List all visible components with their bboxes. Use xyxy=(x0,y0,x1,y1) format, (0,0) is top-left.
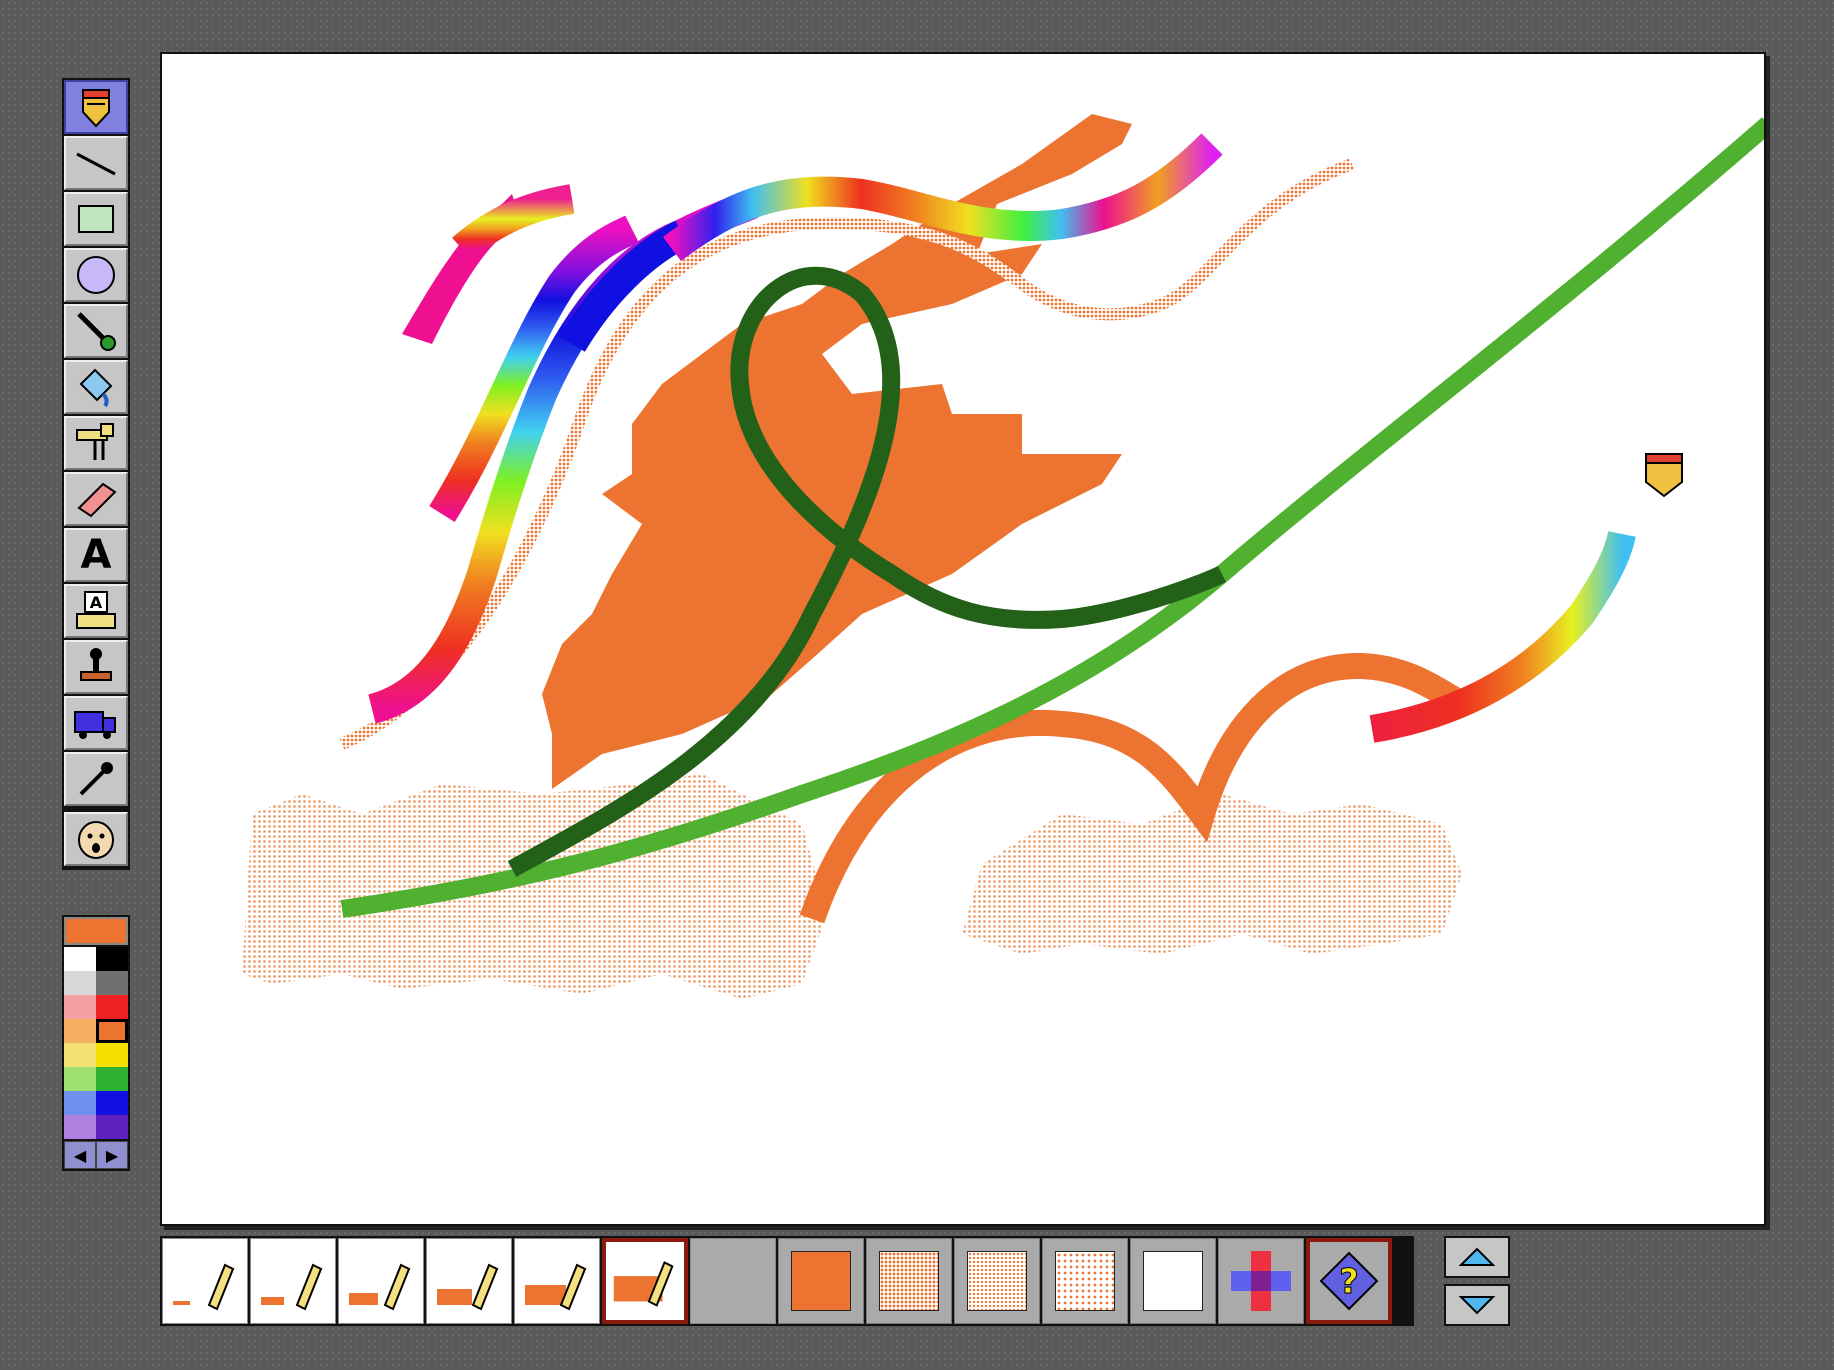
tool-options-bar: ? xyxy=(160,1236,1414,1326)
rainbow-stroke-right xyxy=(1369,530,1636,743)
brush-size-6[interactable] xyxy=(602,1238,688,1324)
line-icon xyxy=(76,152,116,176)
brush-size-3[interactable] xyxy=(338,1238,424,1324)
color-swatch[interactable] xyxy=(64,1043,96,1067)
svg-text:?: ? xyxy=(1339,1262,1359,1302)
face-icon xyxy=(78,821,114,859)
color-swatch[interactable] xyxy=(96,971,128,995)
eraser-icon xyxy=(77,482,117,518)
paint-bucket-tool[interactable] xyxy=(64,360,128,414)
eraser-tool[interactable] xyxy=(64,472,128,526)
brush-size-2[interactable] xyxy=(250,1238,336,1324)
color-swatch[interactable] xyxy=(64,1019,96,1043)
fill-mirror-swatch xyxy=(1231,1251,1291,1311)
color-swatch[interactable] xyxy=(96,1067,128,1091)
pencil-stroke-icon xyxy=(173,1263,235,1311)
keyboard-tool[interactable]: A xyxy=(64,584,128,638)
brush-size-5[interactable] xyxy=(514,1238,600,1324)
pencil-stroke-icon xyxy=(437,1263,499,1311)
current-color xyxy=(64,917,128,945)
color-swatch[interactable] xyxy=(96,995,128,1019)
fill-none[interactable] xyxy=(1130,1238,1216,1324)
canvas-artwork xyxy=(242,114,1764,999)
moving-van-tool[interactable] xyxy=(64,696,128,750)
keyboard-icon: A xyxy=(76,591,116,629)
rectangle-icon xyxy=(78,205,114,233)
pencil-icon xyxy=(82,89,110,128)
fill-sparse-dots[interactable] xyxy=(1042,1238,1128,1324)
fill-dense-dots[interactable] xyxy=(866,1238,952,1324)
wacky-brush-tool[interactable] xyxy=(64,416,128,470)
palette-scroll: ◀ ▶ xyxy=(64,1141,128,1169)
brush-size-4[interactable] xyxy=(426,1238,512,1324)
color-swatch[interactable] xyxy=(64,995,96,1019)
color-swatch[interactable] xyxy=(64,1115,96,1139)
tool-palette: A A xyxy=(62,78,130,870)
scroll-down-button[interactable] xyxy=(1444,1284,1510,1326)
fill-solid-swatch xyxy=(791,1251,851,1311)
brush-size-1[interactable] xyxy=(162,1238,248,1324)
stamp-tool[interactable] xyxy=(64,640,128,694)
color-swatch[interactable] xyxy=(96,1115,128,1139)
fill-sparse-dots-swatch xyxy=(1055,1251,1115,1311)
line-tool[interactable] xyxy=(64,136,128,190)
pencil-stroke-icon xyxy=(261,1263,323,1311)
green-stroke xyxy=(340,117,1764,918)
fill-none-swatch xyxy=(1143,1251,1203,1311)
options-scroll xyxy=(1444,1236,1510,1332)
arrow-down-icon xyxy=(1458,1296,1496,1315)
fill-medium-dots-swatch xyxy=(967,1251,1027,1311)
fill-solid[interactable] xyxy=(778,1238,864,1324)
scroll-up-button[interactable] xyxy=(1444,1236,1510,1278)
fill-medium-dots[interactable] xyxy=(954,1238,1040,1324)
text-tool[interactable]: A xyxy=(64,528,128,582)
options-separator xyxy=(690,1238,776,1324)
undo-guy-tool[interactable] xyxy=(64,812,128,866)
mirror-icon xyxy=(1231,1251,1291,1311)
mixer-icon xyxy=(76,423,114,460)
palette-left-arrow-icon[interactable]: ◀ xyxy=(64,1141,96,1169)
truck-icon xyxy=(74,711,116,739)
pencil-stroke-icon xyxy=(349,1263,411,1311)
rectangle-tool[interactable] xyxy=(64,192,128,246)
pencil-stroke-icon xyxy=(613,1261,674,1307)
fill-mirror[interactable] xyxy=(1218,1238,1304,1324)
color-palette: ◀ ▶ xyxy=(62,915,130,1171)
help-icon: ? xyxy=(1319,1251,1379,1311)
arrow-up-icon xyxy=(1458,1247,1496,1266)
color-swatch[interactable] xyxy=(96,1091,128,1115)
pencil-tool[interactable] xyxy=(64,80,128,134)
fill-dense-dots-swatch xyxy=(879,1251,939,1311)
eyedropper-tool[interactable] xyxy=(64,752,128,806)
color-swatch[interactable] xyxy=(64,1067,96,1091)
color-swatch[interactable] xyxy=(64,971,96,995)
eyedropper-icon xyxy=(79,762,113,796)
color-swatch[interactable] xyxy=(96,1019,128,1043)
color-swatch[interactable] xyxy=(64,947,96,971)
oval-icon xyxy=(77,256,115,294)
text-icon: A xyxy=(80,532,112,578)
paintbrush-icon xyxy=(77,312,116,351)
brush-tool[interactable] xyxy=(64,304,128,358)
pencil-cursor-icon xyxy=(1645,453,1683,498)
palette-right-arrow-icon[interactable]: ▶ xyxy=(96,1141,128,1169)
pencil-stroke-icon xyxy=(525,1263,587,1311)
fill-help-swatch: ? xyxy=(1319,1251,1379,1311)
paint-bucket-icon xyxy=(79,368,113,408)
color-swatch[interactable] xyxy=(64,1091,96,1115)
fill-help[interactable]: ? xyxy=(1306,1238,1392,1324)
color-swatch[interactable] xyxy=(96,1043,128,1067)
oval-tool[interactable] xyxy=(64,248,128,302)
color-swatch[interactable] xyxy=(96,947,128,971)
drawing-canvas[interactable] xyxy=(160,52,1766,1226)
rainbow-stroke-1b xyxy=(452,184,575,261)
stamp-icon xyxy=(80,648,112,681)
svg-text:A: A xyxy=(90,593,103,612)
